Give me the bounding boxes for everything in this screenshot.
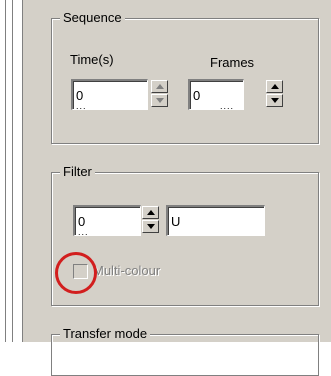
arrow-down-icon — [147, 224, 155, 229]
arrow-up-icon — [271, 84, 279, 89]
filter-increment-button[interactable] — [142, 206, 159, 219]
time-input[interactable]: 0 ... — [71, 79, 148, 111]
transfer-mode-group: Transfer mode — [51, 326, 319, 376]
annotation-circle — [55, 252, 97, 294]
sequence-group: Sequence Time(s) Frames 0 ... 0 .... — [51, 10, 319, 144]
time-decrement-button[interactable] — [151, 94, 168, 107]
window-edge-left-inner — [12, 0, 13, 342]
filter-number-overflow: ... — [78, 227, 89, 237]
transfer-mode-legend: Transfer mode — [60, 326, 151, 341]
filter-text-value: U — [171, 214, 181, 229]
filter-text-input[interactable]: U — [166, 205, 265, 236]
time-overflow: ... — [76, 101, 87, 111]
window-edge-left — [5, 0, 6, 342]
time-label: Time(s) — [70, 52, 114, 67]
filter-decrement-button[interactable] — [142, 220, 159, 233]
frames-decrement-button[interactable] — [266, 94, 283, 107]
arrow-down-icon — [271, 98, 279, 103]
arrow-up-icon — [147, 210, 155, 215]
frames-label: Frames — [210, 55, 255, 70]
frames-increment-button[interactable] — [266, 80, 283, 93]
filter-legend: Filter — [60, 164, 95, 179]
sequence-legend: Sequence — [60, 10, 125, 25]
filter-number-input[interactable]: 0 ... — [73, 205, 141, 237]
frames-input[interactable]: 0 .... — [188, 79, 244, 111]
frames-spinner[interactable] — [266, 80, 283, 108]
time-spinner[interactable] — [151, 80, 168, 108]
arrow-up-icon — [156, 84, 164, 89]
filter-number-spinner[interactable] — [142, 206, 159, 234]
frames-overflow: .... — [220, 101, 235, 111]
arrow-down-icon — [156, 98, 164, 103]
time-increment-button[interactable] — [151, 80, 168, 93]
frames-value: 0 — [193, 88, 201, 103]
multicolour-label: Multi-colour — [93, 263, 161, 278]
